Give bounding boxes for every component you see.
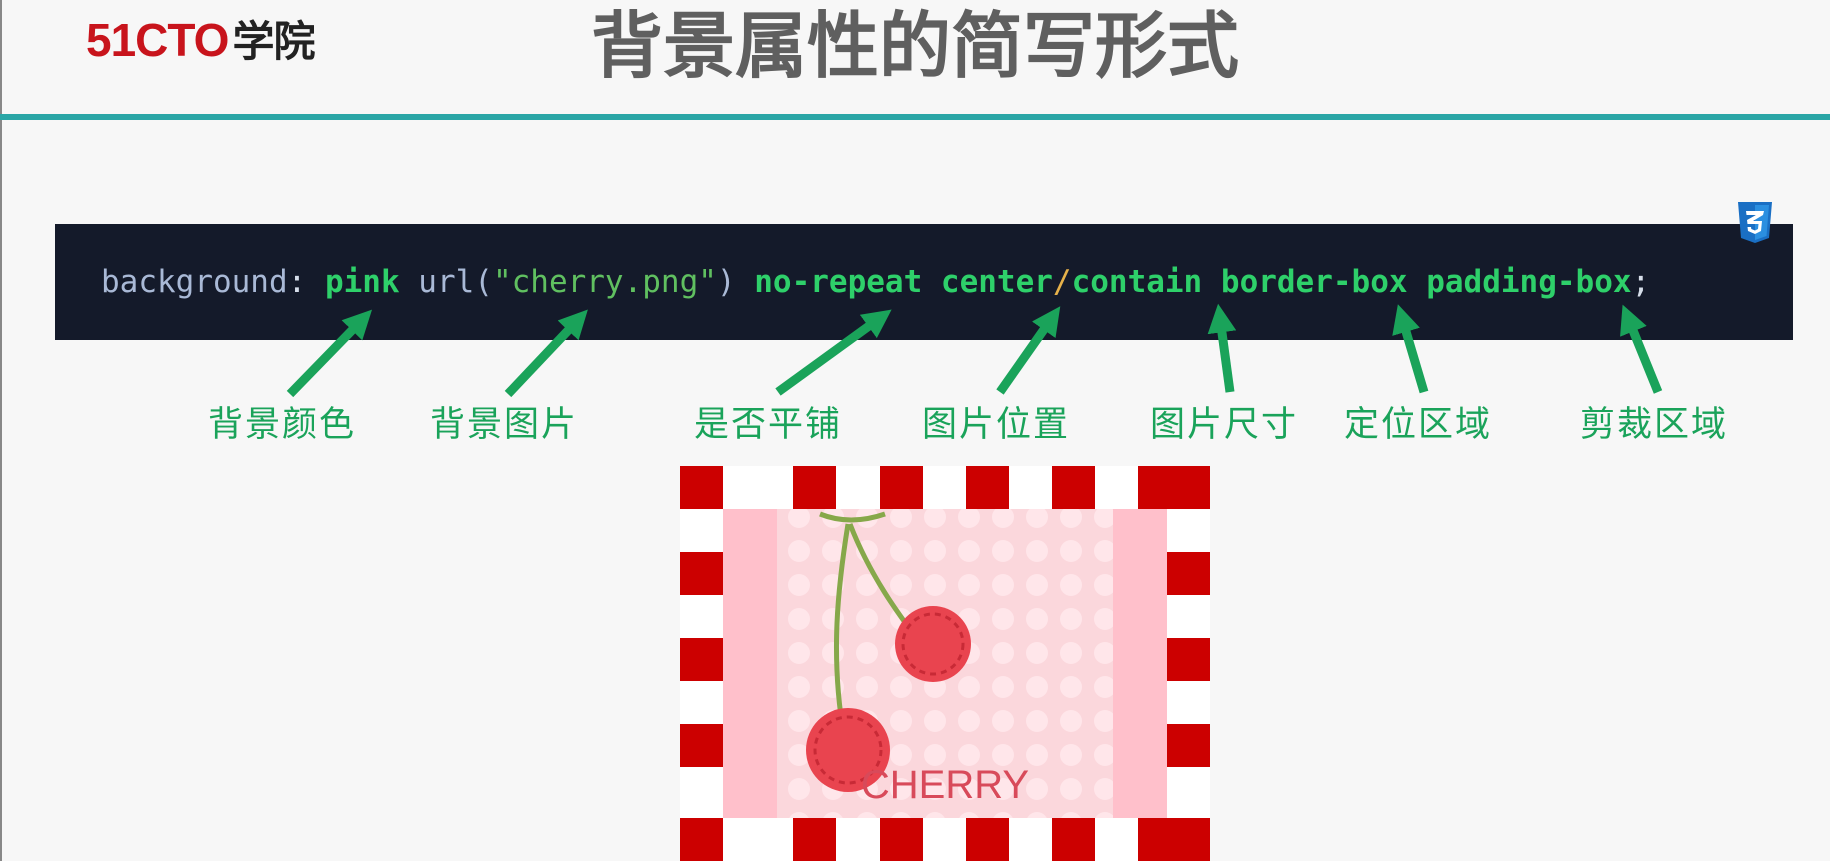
arrow-repeat bbox=[775, 309, 892, 396]
arrow-origin bbox=[1392, 304, 1429, 394]
arrow-bg-image bbox=[504, 309, 588, 398]
stripe-border-left bbox=[680, 552, 723, 767]
annotation-repeat: 是否平铺 bbox=[694, 405, 843, 445]
annotation-position: 图片位置 bbox=[922, 405, 1071, 445]
annotation-bg-image: 背景图片 bbox=[430, 405, 579, 445]
slide: 51CTO 学院 背景属性的简写形式 background: pink url(… bbox=[0, 0, 1830, 861]
stripe-border-right bbox=[1167, 552, 1210, 767]
demo-box: CHERRY bbox=[680, 466, 1210, 861]
annotation-origin: 定位区域 bbox=[1344, 405, 1493, 445]
cherry-label: CHERRY bbox=[861, 763, 1029, 807]
arrow-clip bbox=[1620, 304, 1663, 394]
annotation-size: 图片尺寸 bbox=[1150, 405, 1299, 445]
arrow-bg-color bbox=[286, 309, 373, 398]
annotation-bg-color: 背景颜色 bbox=[208, 405, 357, 445]
arrow-position bbox=[996, 306, 1061, 395]
arrow-size bbox=[1207, 303, 1237, 393]
annotation-clip: 剪裁区域 bbox=[1580, 405, 1729, 445]
